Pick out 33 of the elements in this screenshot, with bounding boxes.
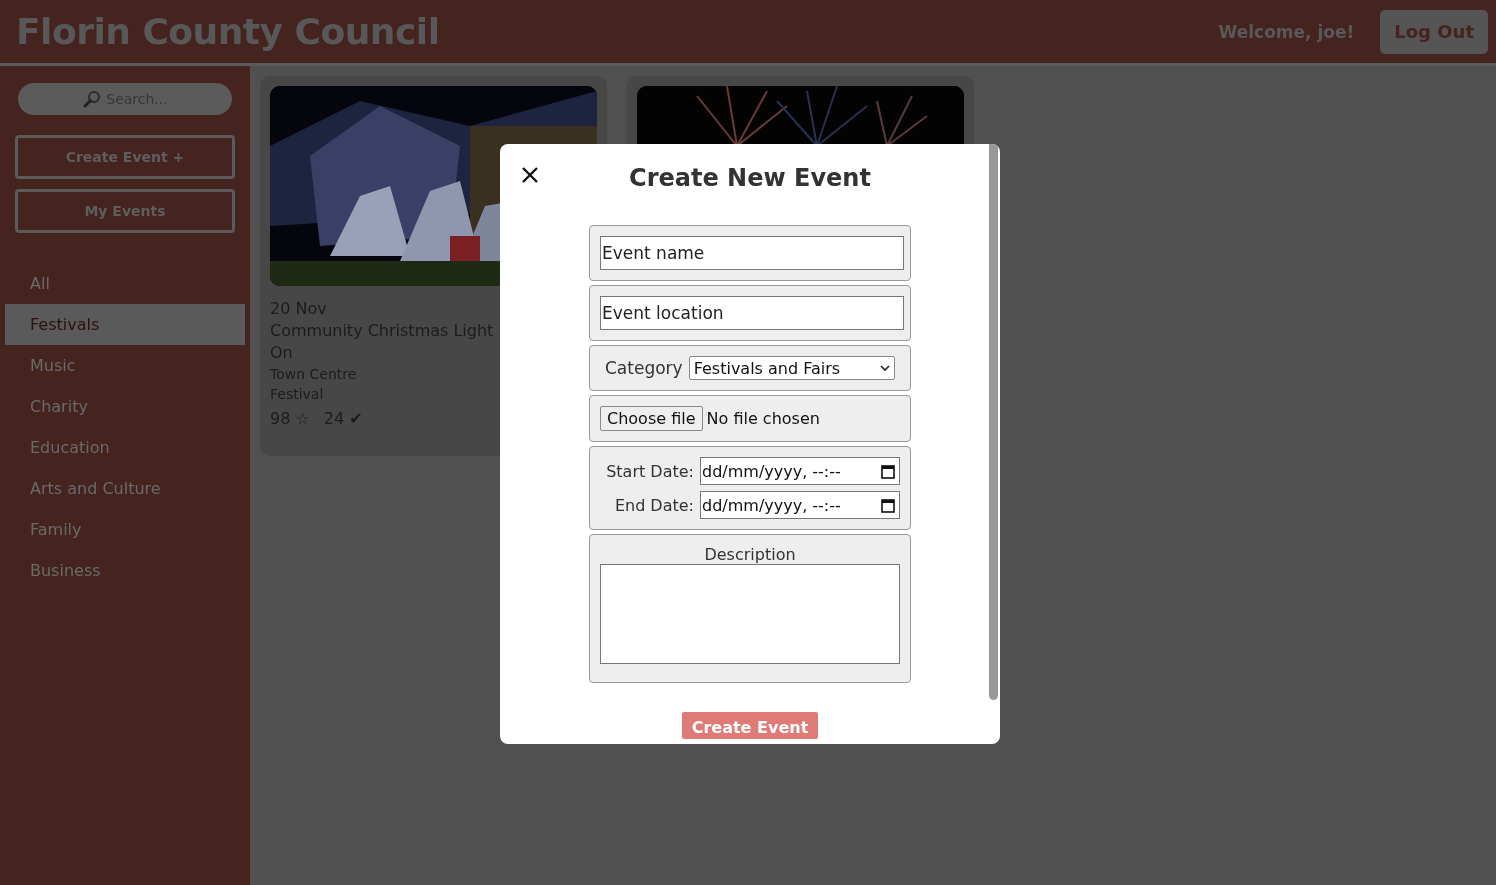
field-label: Description [704, 545, 796, 564]
description-field[interactable] [600, 564, 900, 664]
file-field[interactable]: Choose file No file chosen [589, 395, 911, 442]
category-item[interactable]: Music [5, 345, 245, 386]
date-field[interactable]: dd/mm/yyyy, --:-- [700, 491, 900, 519]
field-label: Start Date: [605, 461, 694, 481]
text-field[interactable]: Event location [600, 296, 904, 330]
choose-file-button[interactable]: Choose file [600, 406, 703, 431]
sidebar-button[interactable]: My Events [15, 189, 235, 233]
chevron-icon [880, 364, 890, 372]
category-item[interactable]: Festivals [5, 304, 245, 345]
scrollbar-thumb[interactable] [989, 144, 998, 700]
search-icon [82, 89, 102, 109]
category-item[interactable]: Business [5, 550, 245, 591]
category-item[interactable]: Education [5, 427, 245, 468]
file-status: No file chosen [706, 409, 820, 428]
category-item[interactable]: Family [5, 509, 245, 550]
category-item[interactable]: Charity [5, 386, 245, 427]
category-item[interactable]: All [5, 263, 245, 304]
category-item[interactable]: Arts and Culture [5, 468, 245, 509]
welcome-text: Welcome, joe! [1218, 21, 1355, 42]
field-label: End Date: [613, 495, 694, 515]
calendar-icon[interactable] [881, 497, 895, 513]
category-dropdown[interactable]: Festivals and Fairs [688, 356, 895, 380]
date-field[interactable]: dd/mm/yyyy, --:-- [700, 457, 900, 485]
field-label: Category [605, 358, 683, 378]
create-event-button[interactable]: Create Event [681, 712, 819, 739]
close-icon[interactable] [521, 166, 539, 184]
site-title: Florin County Council [16, 11, 441, 52]
text-field[interactable]: Event name [600, 236, 904, 270]
modal-title: Create New Event [628, 163, 872, 194]
sidebar-button[interactable]: Create Event + [15, 135, 235, 179]
calendar-icon[interactable] [881, 463, 895, 479]
